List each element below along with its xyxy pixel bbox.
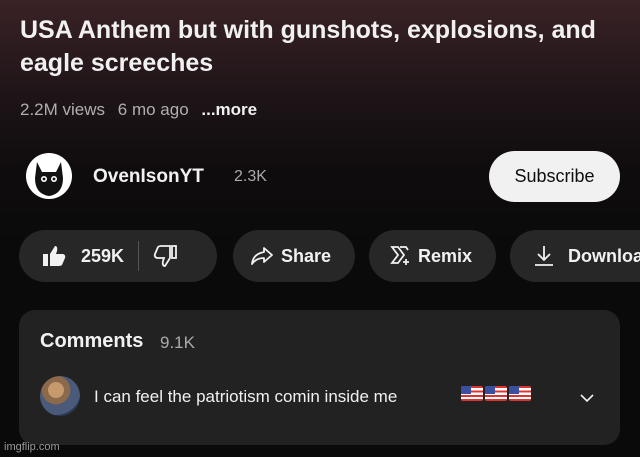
thumbs-up-icon (41, 243, 67, 269)
divider (138, 241, 140, 271)
share-icon (250, 245, 274, 267)
subscribe-button[interactable]: Subscribe (489, 151, 620, 202)
subscriber-count: 2.3K (234, 168, 267, 185)
channel-avatar[interactable] (25, 148, 73, 204)
video-title: USA Anthem but with gunshots, explosions… (20, 16, 596, 77)
remix-button[interactable]: Remix (369, 230, 496, 282)
chevron-down-icon[interactable] (579, 390, 595, 408)
video-meta: 2.2M views 6 mo ago ...more (20, 100, 265, 120)
comments-panel[interactable]: Comments 9.1K I can feel the patriotism … (19, 310, 620, 445)
comments-count: 9.1K (160, 333, 195, 352)
view-count: 2.2M views (20, 100, 106, 119)
download-icon (532, 244, 556, 268)
remix-icon (386, 243, 412, 269)
us-flag-icon (509, 386, 531, 401)
like-count: 259K (81, 245, 125, 266)
us-flags (461, 386, 531, 401)
dislike-button[interactable] (153, 243, 179, 269)
upload-age: 6 mo ago (117, 100, 189, 119)
download-label: Downloa (568, 245, 640, 266)
top-comment-text: I can feel the patriotism comin inside m… (94, 387, 398, 406)
more-link[interactable]: ...more (201, 100, 257, 119)
share-button[interactable]: Share (233, 230, 355, 282)
download-button[interactable]: Downloa (510, 230, 640, 282)
like-button[interactable]: 259K (19, 243, 124, 269)
us-flag-icon (461, 386, 483, 401)
like-dislike-group: 259K (19, 230, 217, 282)
comments-title: Comments (40, 330, 144, 352)
channel-name[interactable]: OvenIsonYT (93, 166, 204, 188)
us-flag-icon (485, 386, 507, 401)
thumbs-down-icon (153, 243, 179, 269)
remix-label: Remix (418, 245, 473, 266)
watermark: imgflip.com (4, 441, 60, 453)
share-label: Share (281, 245, 332, 266)
commenter-avatar[interactable] (40, 376, 80, 416)
